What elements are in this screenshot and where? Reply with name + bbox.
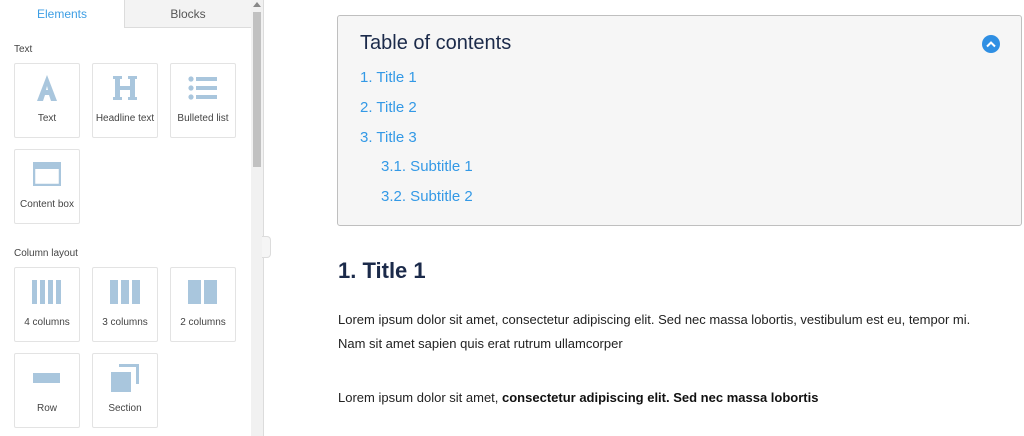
two-columns-icon [171,276,235,308]
toc-link-title-3[interactable]: 3. Title 3 [360,129,417,146]
group-label-text: Text [14,44,33,55]
tile-label: 4 columns [24,317,70,328]
paragraph-2-bold-text: consectetur adipiscing elit. Sed nec mas… [502,390,819,405]
scrollbar-thumb[interactable] [253,12,261,167]
three-columns-icon [93,276,157,308]
tile-bulleted-list[interactable]: Bulleted list [170,63,236,138]
scroll-up-arrow-icon[interactable] [253,2,261,7]
section-heading: 1. Title 1 [338,258,426,283]
letter-a-icon [15,72,79,104]
paragraph-1: Lorem ipsum dolor sit amet, consectetur … [338,308,1022,356]
tile-label: Row [36,403,57,414]
elements-panel: Elements Blocks Text Text Headline text … [0,0,264,436]
tile-4-columns[interactable]: 4 columns [14,267,80,342]
panel-collapse-handle[interactable] [262,236,271,258]
panel-scrollbar[interactable] [251,0,263,436]
toc-link-subtitle-2[interactable]: 3.2. Subtitle 2 [381,188,473,205]
content-box-icon [15,158,79,190]
bulleted-list-icon [171,72,235,104]
tile-label: Bulleted list [177,113,229,124]
four-columns-icon [15,276,79,308]
tile-content-box[interactable]: Content box [14,149,80,224]
letter-h-icon [93,72,157,104]
group-label-column-layout: Column layout [14,248,78,259]
paragraph-2-text: Lorem ipsum dolor sit amet, [338,390,503,405]
table-of-contents: Table of contents 1. Title 1 2. Title 2 … [337,15,1022,226]
toc-link-subtitle-1[interactable]: 3.1. Subtitle 1 [381,158,473,175]
toc-collapse-toggle[interactable] [982,35,1000,53]
panel-tabs: Elements Blocks [0,0,251,28]
paragraph-2: Lorem ipsum dolor sit amet, consectetur … [338,386,1022,410]
toc-title: Table of contents [360,32,512,54]
tile-2-columns[interactable]: 2 columns [170,267,236,342]
paragraph-1-line-2: Nam sit amet sapien quis erat rutrum ull… [338,336,623,351]
tile-headline-text[interactable]: Headline text [92,63,158,138]
tab-elements[interactable]: Elements [0,0,125,28]
tile-label: Content box [20,199,74,210]
tab-blocks[interactable]: Blocks [125,0,251,28]
tile-label: Headline text [95,113,155,124]
tile-label: Text [37,113,57,124]
row-icon [15,362,79,394]
toc-link-title-1[interactable]: 1. Title 1 [360,69,417,86]
tile-text[interactable]: Text [14,63,80,138]
paragraph-1-line-1: Lorem ipsum dolor sit amet, consectetur … [338,312,971,327]
chevron-up-icon [986,41,996,48]
tile-label: 2 columns [180,317,226,328]
tile-section[interactable]: Section [92,353,158,428]
toc-link-title-2[interactable]: 2. Title 2 [360,99,417,116]
tile-label: 3 columns [102,317,148,328]
tile-label: Section [108,403,142,414]
tile-3-columns[interactable]: 3 columns [92,267,158,342]
section-icon [93,362,157,394]
tile-row[interactable]: Row [14,353,80,428]
